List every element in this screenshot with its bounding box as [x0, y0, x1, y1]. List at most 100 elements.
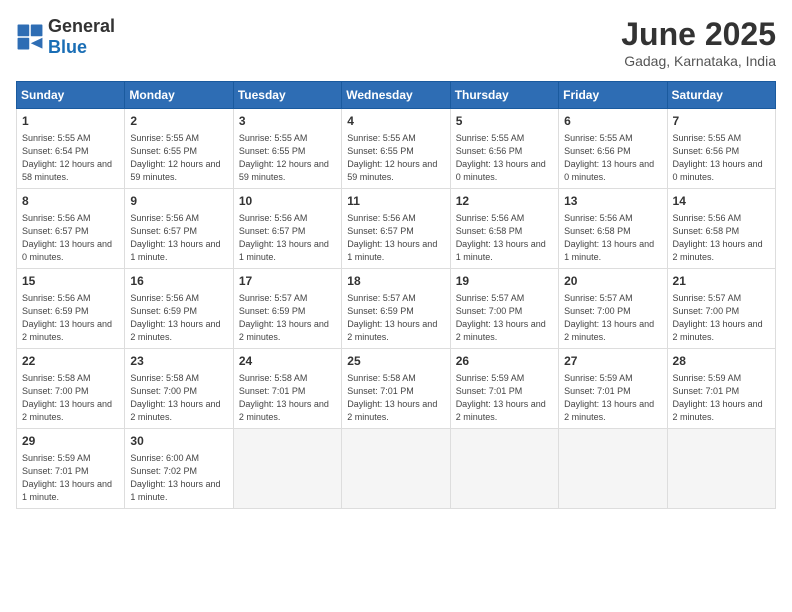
day-info: Sunrise: 5:57 AMSunset: 7:00 PMDaylight:…: [564, 292, 661, 344]
day-info: Sunrise: 5:56 AMSunset: 6:59 PMDaylight:…: [130, 292, 227, 344]
logo-icon: [16, 23, 44, 51]
day-info: Sunrise: 5:56 AMSunset: 6:58 PMDaylight:…: [673, 212, 770, 264]
weekday-header-sunday: Sunday: [17, 82, 125, 109]
calendar-cell: 27Sunrise: 5:59 AMSunset: 7:01 PMDayligh…: [559, 348, 667, 428]
day-number: 9: [130, 193, 227, 210]
calendar-cell: 15 Sunrise: 5:56 AMSunset: 6:59 PMDayligh…: [17, 268, 125, 348]
title-block: June 2025 Gadag, Karnataka, India: [621, 16, 776, 69]
day-info: Sunrise: 5:58 AMSunset: 7:00 PMDaylight:…: [130, 372, 227, 424]
day-info: Sunrise: 5:55 AMSunset: 6:56 PMDaylight:…: [456, 132, 553, 184]
calendar-week-1: 1Sunrise: 5:55 AMSunset: 6:54 PMDaylight…: [17, 109, 776, 189]
day-number: 21: [673, 273, 770, 290]
calendar-cell: 10 Sunrise: 5:56 AMSunset: 6:57 PMDayligh…: [233, 188, 341, 268]
calendar-cell: 26 Sunrise: 5:59 AMSunset: 7:01 PMDayligh…: [450, 348, 558, 428]
day-info: Sunrise: 5:55 AMSunset: 6:54 PMDaylight:…: [22, 132, 119, 184]
day-number: 20: [564, 273, 661, 290]
day-info: Sunrise: 5:56 AMSunset: 6:57 PMDaylight:…: [130, 212, 227, 264]
calendar-cell: 11 Sunrise: 5:56 AMSunset: 6:57 PMDayligh…: [342, 188, 450, 268]
calendar-cell: 21 Sunrise: 5:57 AMSunset: 7:00 PMDayligh…: [667, 268, 775, 348]
day-number: 14: [673, 193, 770, 210]
day-info: Sunrise: 5:56 AMSunset: 6:58 PMDaylight:…: [456, 212, 553, 264]
calendar-cell: 12 Sunrise: 5:56 AMSunset: 6:58 PMDayligh…: [450, 188, 558, 268]
day-info: Sunrise: 6:00 AMSunset: 7:02 PMDaylight:…: [130, 452, 227, 504]
calendar-cell: [233, 428, 341, 508]
calendar-cell: 29 Sunrise: 5:59 AMSunset: 7:01 PMDayligh…: [17, 428, 125, 508]
day-number: 25: [347, 353, 444, 370]
day-info: Sunrise: 5:57 AMSunset: 6:59 PMDaylight:…: [347, 292, 444, 344]
day-info: Sunrise: 5:55 AMSunset: 6:55 PMDaylight:…: [239, 132, 336, 184]
day-info: Sunrise: 5:56 AMSunset: 6:57 PMDaylight:…: [239, 212, 336, 264]
day-number: 18: [347, 273, 444, 290]
calendar-cell: [342, 428, 450, 508]
day-info: Sunrise: 5:56 AMSunset: 6:58 PMDaylight:…: [564, 212, 661, 264]
day-info: Sunrise: 5:58 AMSunset: 7:00 PMDaylight:…: [22, 372, 119, 424]
day-number: 26: [456, 353, 553, 370]
weekday-header-saturday: Saturday: [667, 82, 775, 109]
location-subtitle: Gadag, Karnataka, India: [621, 53, 776, 69]
day-info: Sunrise: 5:56 AMSunset: 6:59 PMDaylight:…: [22, 292, 119, 344]
calendar-cell: 14 Sunrise: 5:56 AMSunset: 6:58 PMDayligh…: [667, 188, 775, 268]
calendar-cell: 1Sunrise: 5:55 AMSunset: 6:54 PMDaylight…: [17, 109, 125, 189]
weekday-header-wednesday: Wednesday: [342, 82, 450, 109]
day-number: 7: [673, 113, 770, 130]
calendar-cell: 8 Sunrise: 5:56 AMSunset: 6:57 PMDaylight…: [17, 188, 125, 268]
month-title: June 2025: [621, 16, 776, 53]
calendar-cell: 17 Sunrise: 5:57 AMSunset: 6:59 PMDayligh…: [233, 268, 341, 348]
calendar-week-2: 8 Sunrise: 5:56 AMSunset: 6:57 PMDaylight…: [17, 188, 776, 268]
day-info: Sunrise: 5:59 AMSunset: 7:01 PMDaylight:…: [673, 372, 770, 424]
calendar-week-3: 15 Sunrise: 5:56 AMSunset: 6:59 PMDayligh…: [17, 268, 776, 348]
day-number: 12: [456, 193, 553, 210]
calendar-cell: [667, 428, 775, 508]
calendar-cell: 28Sunrise: 5:59 AMSunset: 7:01 PMDayligh…: [667, 348, 775, 428]
day-number: 3: [239, 113, 336, 130]
weekday-header-friday: Friday: [559, 82, 667, 109]
calendar-table: SundayMondayTuesdayWednesdayThursdayFrid…: [16, 81, 776, 509]
calendar-cell: 5 Sunrise: 5:55 AMSunset: 6:56 PMDaylight…: [450, 109, 558, 189]
logo-general: General: [48, 16, 115, 36]
day-info: Sunrise: 5:55 AMSunset: 6:55 PMDaylight:…: [347, 132, 444, 184]
day-info: Sunrise: 5:56 AMSunset: 6:57 PMDaylight:…: [347, 212, 444, 264]
day-number: 6: [564, 113, 661, 130]
day-number: 19: [456, 273, 553, 290]
day-number: 5: [456, 113, 553, 130]
calendar-cell: 2 Sunrise: 5:55 AMSunset: 6:55 PMDaylight…: [125, 109, 233, 189]
weekday-header-thursday: Thursday: [450, 82, 558, 109]
day-number: 24: [239, 353, 336, 370]
day-info: Sunrise: 5:57 AMSunset: 6:59 PMDaylight:…: [239, 292, 336, 344]
day-info: Sunrise: 5:57 AMSunset: 7:00 PMDaylight:…: [456, 292, 553, 344]
day-info: Sunrise: 5:55 AMSunset: 6:56 PMDaylight:…: [564, 132, 661, 184]
calendar-cell: 30 Sunrise: 6:00 AMSunset: 7:02 PMDayligh…: [125, 428, 233, 508]
calendar-cell: 24 Sunrise: 5:58 AMSunset: 7:01 PMDayligh…: [233, 348, 341, 428]
day-number: 8: [22, 193, 119, 210]
day-number: 2: [130, 113, 227, 130]
calendar-cell: 18 Sunrise: 5:57 AMSunset: 6:59 PMDayligh…: [342, 268, 450, 348]
day-info: Sunrise: 5:59 AMSunset: 7:01 PMDaylight:…: [456, 372, 553, 424]
calendar-cell: 6 Sunrise: 5:55 AMSunset: 6:56 PMDaylight…: [559, 109, 667, 189]
day-number: 29: [22, 433, 119, 450]
day-number: 23: [130, 353, 227, 370]
weekday-header-monday: Monday: [125, 82, 233, 109]
day-number: 17: [239, 273, 336, 290]
day-number: 15: [22, 273, 119, 290]
day-info: Sunrise: 5:58 AMSunset: 7:01 PMDaylight:…: [239, 372, 336, 424]
calendar-cell: 13 Sunrise: 5:56 AMSunset: 6:58 PMDayligh…: [559, 188, 667, 268]
calendar-cell: 23 Sunrise: 5:58 AMSunset: 7:00 PMDayligh…: [125, 348, 233, 428]
day-info: Sunrise: 5:57 AMSunset: 7:00 PMDaylight:…: [673, 292, 770, 344]
day-info: Sunrise: 5:55 AMSunset: 6:55 PMDaylight:…: [130, 132, 227, 184]
day-number: 11: [347, 193, 444, 210]
day-info: Sunrise: 5:59 AMSunset: 7:01 PMDaylight:…: [22, 452, 119, 504]
calendar-cell: 4Sunrise: 5:55 AMSunset: 6:55 PMDaylight…: [342, 109, 450, 189]
day-number: 27: [564, 353, 661, 370]
day-info: Sunrise: 5:56 AMSunset: 6:57 PMDaylight:…: [22, 212, 119, 264]
day-number: 30: [130, 433, 227, 450]
calendar-cell: 3 Sunrise: 5:55 AMSunset: 6:55 PMDaylight…: [233, 109, 341, 189]
day-number: 13: [564, 193, 661, 210]
day-info: Sunrise: 5:58 AMSunset: 7:01 PMDaylight:…: [347, 372, 444, 424]
calendar-cell: 7Sunrise: 5:55 AMSunset: 6:56 PMDaylight…: [667, 109, 775, 189]
calendar-cell: 22 Sunrise: 5:58 AMSunset: 7:00 PMDayligh…: [17, 348, 125, 428]
weekday-header-tuesday: Tuesday: [233, 82, 341, 109]
day-number: 10: [239, 193, 336, 210]
calendar-cell: 9 Sunrise: 5:56 AMSunset: 6:57 PMDaylight…: [125, 188, 233, 268]
calendar-cell: 16Sunrise: 5:56 AMSunset: 6:59 PMDayligh…: [125, 268, 233, 348]
day-number: 22: [22, 353, 119, 370]
